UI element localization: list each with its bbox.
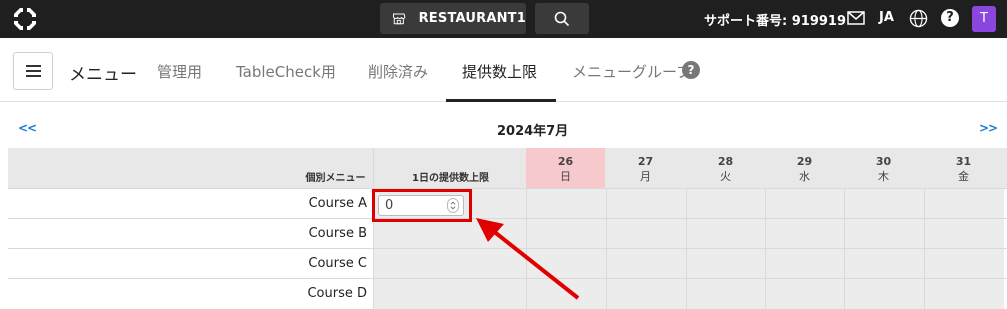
day-weekday: 金 [958, 170, 969, 183]
annotation-highlight-box: 0 [372, 189, 472, 222]
hamburger-menu-button[interactable] [13, 52, 53, 90]
day-column-header: 30 木 [844, 148, 923, 188]
day-limit-cell[interactable] [924, 279, 1004, 309]
day-limit-cell[interactable] [686, 249, 766, 279]
day-limit-cell[interactable] [765, 219, 845, 249]
day-limit-cell[interactable] [606, 219, 686, 249]
table-row: Course A [8, 188, 1007, 219]
mail-icon[interactable] [847, 11, 865, 25]
logo-icon[interactable] [12, 6, 38, 32]
day-weekday: 木 [878, 170, 889, 183]
daily-limit-stepper[interactable]: 0 [378, 195, 464, 216]
day-column-header: 28 火 [686, 148, 765, 188]
menu-item-name: Course A [8, 189, 373, 219]
user-avatar[interactable]: T [972, 6, 996, 32]
tab-tablecheck[interactable]: TableCheck用 [236, 61, 336, 82]
menu-item-name: Course D [8, 279, 373, 309]
day-column-header: 31 金 [924, 148, 1003, 188]
day-column-header: 27 月 [606, 148, 685, 188]
day-limit-cell[interactable] [686, 219, 766, 249]
day-limit-cell[interactable] [686, 279, 766, 309]
menu-line [25, 65, 41, 67]
help-icon[interactable]: ? [682, 61, 700, 79]
day-date: 26 [557, 155, 574, 168]
restaurant-selector-button[interactable]: RESTAURANT1 [380, 3, 526, 34]
day-limit-cell[interactable] [606, 279, 686, 309]
day-limit-cell[interactable] [844, 189, 924, 219]
support-number: サポート番号: 919919 [704, 14, 846, 29]
column-header-daily-limit: 1日の提供数上限 [412, 173, 489, 184]
menu-line [25, 70, 41, 72]
day-limit-cell[interactable] [606, 249, 686, 279]
day-column-header: 29 水 [765, 148, 844, 188]
day-limit-cell[interactable] [924, 219, 1004, 249]
day-limit-cell[interactable] [844, 279, 924, 309]
tab-serving-limit[interactable]: 提供数上限 [462, 61, 537, 82]
day-date: 29 [796, 155, 813, 168]
menu-item-name: Course C [8, 249, 373, 279]
day-limit-cell[interactable] [924, 189, 1004, 219]
day-date: 27 [637, 155, 654, 168]
search-icon [554, 11, 570, 26]
day-column-header: 26 日 [526, 148, 605, 188]
search-button[interactable] [535, 3, 589, 34]
column-header-menu: 個別メニュー [305, 173, 366, 184]
restaurant-name: RESTAURANT1 [418, 11, 526, 26]
day-limit-cell[interactable] [606, 189, 686, 219]
tab-management[interactable]: 管理用 [157, 61, 202, 82]
stepper-arrows-icon[interactable] [447, 198, 459, 213]
next-month-button[interactable]: >> [979, 121, 998, 135]
prev-month-button[interactable]: << [18, 121, 37, 135]
day-limit-cell[interactable] [924, 249, 1004, 279]
day-limit-cell[interactable] [844, 219, 924, 249]
tab-menu-group[interactable]: メニューグループ [572, 61, 691, 82]
page-title: メニュー [69, 65, 137, 85]
grid-header: 個別メニュー 1日の提供数上限 26 日 27 月 28 火 29 水 30 木… [8, 148, 1007, 188]
day-weekday: 月 [640, 170, 651, 183]
store-icon [393, 13, 406, 25]
day-date: 31 [955, 155, 972, 168]
day-limit-cell[interactable] [686, 189, 766, 219]
day-limit-cell[interactable] [765, 189, 845, 219]
active-tab-indicator [446, 99, 556, 102]
day-limit-cell[interactable] [526, 189, 606, 219]
column-divider [373, 148, 374, 308]
day-weekday: 水 [799, 170, 810, 183]
menu-line [25, 75, 41, 77]
globe-icon[interactable] [909, 9, 928, 28]
day-date: 30 [875, 155, 892, 168]
day-weekday: 火 [720, 170, 731, 183]
help-icon[interactable]: ? [941, 9, 959, 27]
annotation-arrow-icon [476, 218, 580, 300]
day-date: 28 [717, 155, 734, 168]
tab-deleted[interactable]: 削除済み [368, 61, 428, 82]
day-weekday: 日 [560, 170, 571, 183]
month-label: 2024年7月 [497, 124, 569, 139]
day-limit-cell[interactable] [765, 279, 845, 309]
daily-limit-value: 0 [385, 198, 394, 213]
day-limit-cell[interactable] [844, 249, 924, 279]
language-toggle[interactable]: JA [879, 10, 894, 25]
day-limit-cell[interactable] [765, 249, 845, 279]
top-bar: RESTAURANT1 サポート番号: 919919 JA ? T [0, 0, 1007, 38]
menu-item-name: Course B [8, 219, 373, 249]
